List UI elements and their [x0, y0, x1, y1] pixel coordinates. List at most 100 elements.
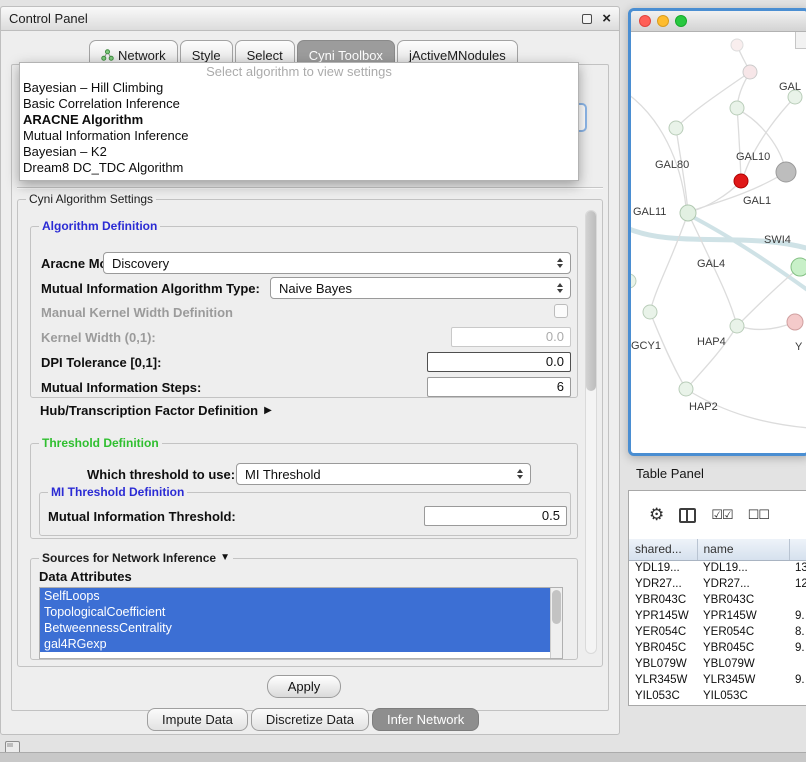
select-all-checkboxes-icon[interactable]: ☑☑: [711, 507, 732, 523]
table-cell[interactable]: YER054C: [629, 624, 697, 640]
table-row[interactable]: YBR045CYBR045C9.: [629, 640, 806, 656]
table-cell[interactable]: YDR27...: [697, 576, 789, 592]
table-cell[interactable]: YIL053C: [629, 688, 697, 704]
table-cell[interactable]: [789, 592, 806, 608]
algorithm-option[interactable]: Bayesian – Hill Climbing: [20, 80, 578, 96]
table-cell[interactable]: 9.: [789, 672, 806, 688]
control-panel-titlebar[interactable]: Control Panel ×: [1, 7, 619, 31]
table-row[interactable]: YDL19...YDL19...13: [629, 560, 806, 576]
apply-button[interactable]: Apply: [267, 675, 341, 698]
table-cell[interactable]: 9.: [789, 640, 806, 656]
algorithm-placeholder-option[interactable]: Select algorithm to view settings: [20, 63, 578, 80]
network-scrollbar-corner[interactable]: [795, 32, 806, 49]
network-canvas[interactable]: GAL80GAL10GALGAL11GAL1SWI4GAL4GCY1HAP4YH…: [631, 32, 806, 453]
aracne-mode-select[interactable]: Discovery: [103, 252, 571, 274]
settings-scrollbar-thumb[interactable]: [586, 211, 596, 391]
algorithm-option[interactable]: Mutual Information Inference: [20, 128, 578, 144]
sources-group-title[interactable]: Sources for Network Inference ▼: [39, 551, 233, 565]
table-row[interactable]: YER054CYER054C8.: [629, 624, 806, 640]
network-node[interactable]: [730, 101, 744, 115]
algorithm-option[interactable]: Basic Correlation Inference: [20, 96, 578, 112]
table-row[interactable]: YIL053CYIL053C: [629, 688, 806, 704]
table-cell[interactable]: 8.: [789, 624, 806, 640]
table-cell[interactable]: YLR345W: [629, 672, 697, 688]
attribute-list-item-selected[interactable]: BetweennessCentrality: [40, 620, 550, 636]
hub-section-toggle[interactable]: Hub/Transcription Factor Definition ▶: [40, 403, 272, 418]
close-window-icon[interactable]: ×: [602, 10, 611, 27]
network-node[interactable]: [791, 258, 806, 276]
float-window-icon[interactable]: [582, 14, 592, 24]
manual-kernel-width-checkbox[interactable]: [554, 304, 568, 318]
tab-impute-data[interactable]: Impute Data: [147, 708, 248, 731]
table-cell[interactable]: YIL053C: [697, 688, 789, 704]
table-cell[interactable]: YBL079W: [629, 656, 697, 672]
attribute-list-scrollbar-thumb[interactable]: [552, 590, 561, 624]
mi-steps-field[interactable]: 6: [427, 377, 571, 397]
dpi-tolerance-field[interactable]: 0.0: [427, 352, 571, 372]
network-node[interactable]: [669, 121, 683, 135]
network-node[interactable]: [787, 314, 803, 330]
network-view-window[interactable]: GAL80GAL10GALGAL11GAL1SWI4GAL4GCY1HAP4YH…: [628, 8, 806, 456]
zoom-traffic-light-icon[interactable]: [675, 15, 687, 27]
table-cell[interactable]: 13: [789, 560, 806, 576]
settings-scrollbar[interactable]: [585, 210, 597, 654]
columns-icon[interactable]: [679, 508, 696, 523]
attribute-list-item-selected[interactable]: SelfLoops: [40, 588, 550, 604]
network-window-titlebar[interactable]: [631, 11, 806, 32]
table-cell[interactable]: YPR145W: [697, 608, 789, 624]
table-cell[interactable]: YDL19...: [629, 560, 697, 576]
hidden-group-border-fragment: [17, 187, 603, 189]
attribute-list-scrollbar[interactable]: [550, 588, 562, 658]
network-node[interactable]: [776, 162, 796, 182]
column-header-shared-name[interactable]: shared...: [629, 539, 697, 560]
table-cell[interactable]: YDL19...: [697, 560, 789, 576]
table-cell[interactable]: YBR045C: [697, 640, 789, 656]
deselect-all-checkboxes-icon[interactable]: ☐☐: [748, 507, 769, 523]
network-node[interactable]: [730, 319, 744, 333]
table-row[interactable]: YPR145WYPR145W9.: [629, 608, 806, 624]
table-cell[interactable]: YBR043C: [629, 592, 697, 608]
table-cell[interactable]: YDR27...: [629, 576, 697, 592]
table-cell[interactable]: 12: [789, 576, 806, 592]
table-cell[interactable]: YBL079W: [697, 656, 789, 672]
mi-threshold-field[interactable]: 0.5: [424, 506, 567, 526]
mi-algorithm-type-select[interactable]: Naive Bayes: [270, 277, 571, 299]
table-cell[interactable]: [789, 656, 806, 672]
kernel-width-field[interactable]: 0.0: [451, 327, 571, 347]
table-row[interactable]: YBL079WYBL079W: [629, 656, 806, 672]
network-node[interactable]: [731, 39, 743, 51]
network-node[interactable]: [679, 382, 693, 396]
table-cell[interactable]: YER054C: [697, 624, 789, 640]
network-node-label: GAL11: [633, 206, 666, 218]
algorithm-option[interactable]: ARACNE Algorithm: [20, 112, 578, 128]
tab-discretize-data[interactable]: Discretize Data: [251, 708, 369, 731]
minimize-traffic-light-icon[interactable]: [657, 15, 669, 27]
close-traffic-light-icon[interactable]: [639, 15, 651, 27]
table-row[interactable]: YLR345WYLR345W9.: [629, 672, 806, 688]
tab-infer-network[interactable]: Infer Network: [372, 708, 479, 731]
table-row[interactable]: YBR043CYBR043C: [629, 592, 806, 608]
table-cell[interactable]: YLR345W: [697, 672, 789, 688]
attribute-list-item-selected[interactable]: TopologicalCoefficient: [40, 604, 550, 620]
table-cell[interactable]: YBR045C: [629, 640, 697, 656]
data-attributes-list[interactable]: SelfLoopsTopologicalCoefficientBetweenne…: [39, 587, 563, 659]
table-cell[interactable]: YBR043C: [697, 592, 789, 608]
network-node-label: HAP4: [697, 336, 726, 348]
column-header-clipped[interactable]: [789, 539, 806, 560]
attribute-list-item-selected[interactable]: gal4RGexp: [40, 636, 550, 652]
network-node[interactable]: [643, 305, 657, 319]
algorithm-option[interactable]: Bayesian – K2: [20, 144, 578, 160]
network-node[interactable]: [743, 65, 757, 79]
network-node[interactable]: [680, 205, 696, 221]
table-cell[interactable]: YPR145W: [629, 608, 697, 624]
network-node[interactable]: [734, 174, 748, 188]
which-threshold-select[interactable]: MI Threshold: [236, 463, 531, 485]
network-edge: [693, 181, 741, 211]
column-header-name[interactable]: name: [697, 539, 789, 560]
gear-icon[interactable]: ⚙: [649, 506, 664, 524]
table-cell[interactable]: 9.: [789, 608, 806, 624]
algorithm-option[interactable]: Dream8 DC_TDC Algorithm: [20, 160, 578, 176]
table-cell[interactable]: [789, 688, 806, 704]
table-row[interactable]: YDR27...YDR27...12: [629, 576, 806, 592]
network-node[interactable]: [631, 274, 636, 288]
